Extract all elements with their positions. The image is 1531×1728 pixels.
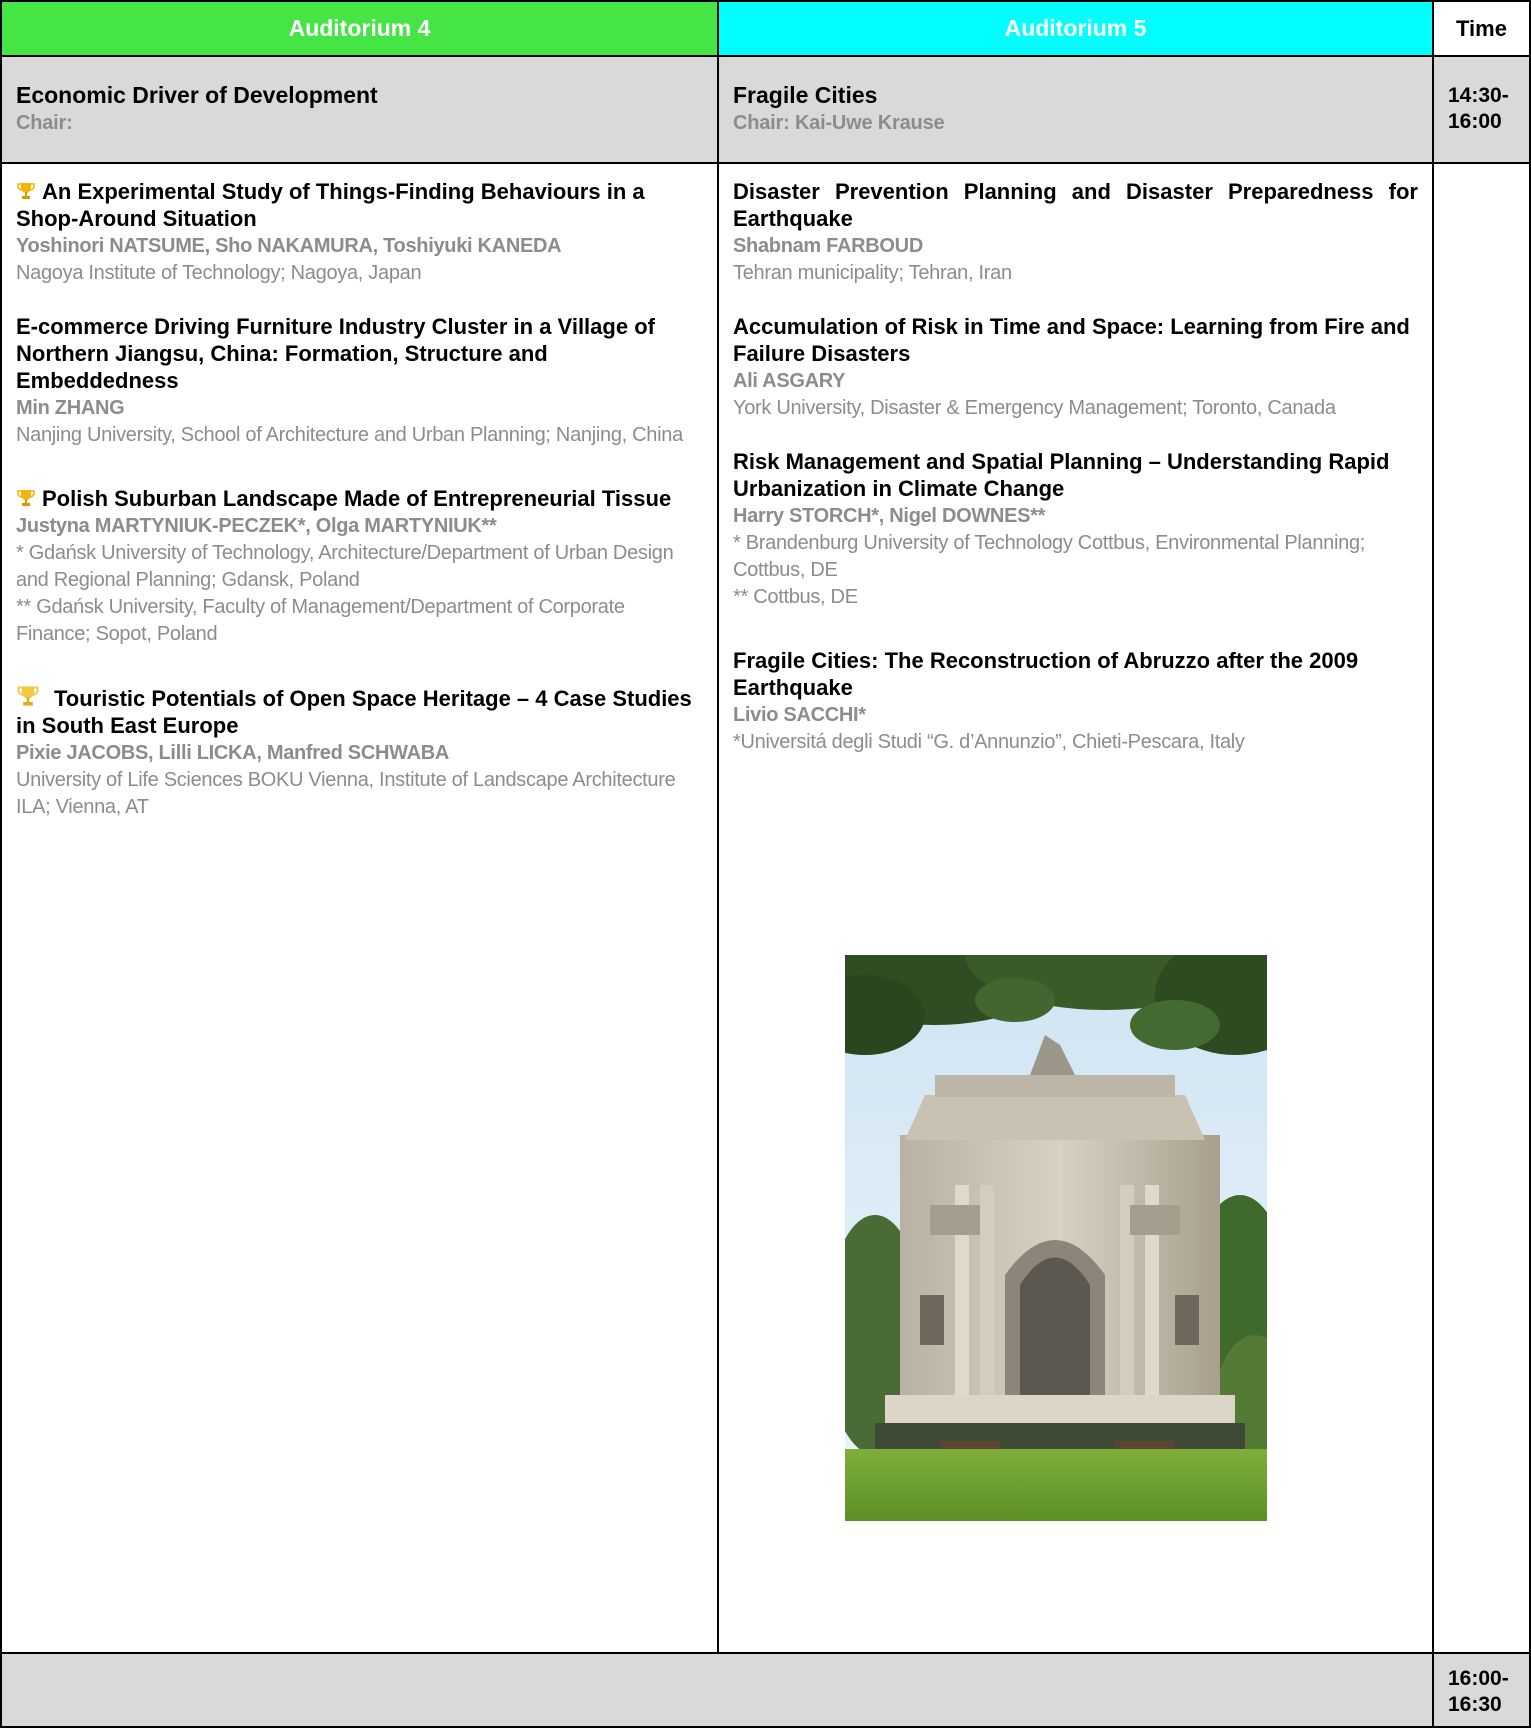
time-slot-1: 14:30- 16:00 — [1432, 55, 1531, 164]
paper-item: Polish Suburban Landscape Made of Entrep… — [16, 485, 703, 648]
building-photo-image — [845, 955, 1267, 1521]
paper-title-text: An Experimental Study of Things-Finding … — [16, 179, 645, 231]
session-chair: Chair: — [16, 112, 73, 134]
paper-authors: Justyna MARTYNIUK-PECZEK*, Olga MARTYNIU… — [16, 515, 497, 537]
paper-affiliation: Tehran municipality; Tehran, Iran — [733, 262, 1012, 284]
paper-title: E-commerce Driving Furniture Industry Cl… — [16, 314, 655, 393]
paper-title-text: Touristic Potentials of Open Space Herit… — [16, 686, 692, 738]
auditorium-4-header: Auditorium 4 — [0, 0, 719, 57]
paper-title-text: Polish Suburban Landscape Made of Entrep… — [42, 486, 672, 511]
break-row — [0, 1652, 1434, 1728]
auditorium-5-header: Auditorium 5 — [717, 0, 1434, 57]
time-slot-2: 16:00- 16:30 — [1432, 1652, 1531, 1728]
paper-affiliation: Nanjing University, School of Architectu… — [16, 424, 683, 446]
auditorium-4-label: Auditorium 4 — [288, 15, 431, 41]
time-end: 16:30 — [1448, 1693, 1502, 1716]
paper-title: Fragile Cities: The Reconstruction of Ab… — [733, 648, 1359, 700]
paper-affiliation: ** Cottbus, DE — [733, 586, 858, 608]
trophy-icon — [17, 490, 35, 506]
paper-title: Polish Suburban Landscape Made of Entrep… — [16, 485, 703, 512]
paper-authors: Livio SACCHI* — [733, 704, 866, 726]
paper-item: Fragile Cities: The Reconstruction of Ab… — [733, 647, 1418, 756]
paper-item: Touristic Potentials of Open Space Herit… — [16, 684, 703, 821]
auditorium-5-label: Auditorium 5 — [1004, 15, 1147, 41]
program-table: Auditorium 4 Auditorium 5 Time Economic … — [0, 0, 1531, 1728]
paper-authors: Min ZHANG — [16, 397, 125, 419]
paper-authors: Harry STORCH*, Nigel DOWNES** — [733, 505, 1046, 527]
paper-affiliation: ** Gdańsk University, Faculty of Managem… — [16, 596, 625, 645]
session-title: Fragile Cities — [733, 82, 878, 108]
paper-item: An Experimental Study of Things-Finding … — [16, 178, 703, 287]
time-end: 16:00 — [1448, 110, 1502, 133]
paper-item: Risk Management and Spatial Planning – U… — [733, 448, 1418, 611]
paper-item: Disaster Prevention Planning and Disaste… — [733, 178, 1418, 287]
paper-authors: Yoshinori NATSUME, Sho NAKAMURA, Toshiyu… — [16, 235, 562, 257]
paper-item: Accumulation of Risk in Time and Space: … — [733, 313, 1418, 422]
paper-affiliation: * Brandenburg University of Technology C… — [733, 532, 1366, 581]
session-a5: Fragile Cities Chair: Kai-Uwe Krause — [717, 55, 1434, 164]
time-header: Time — [1432, 0, 1531, 57]
paper-title: Risk Management and Spatial Planning – U… — [733, 449, 1390, 501]
paper-authors: Pixie JACOBS, Lilli LICKA, Manfred SCHWA… — [16, 742, 450, 764]
paper-title: Accumulation of Risk in Time and Space: … — [733, 314, 1410, 366]
session-chair: Chair: Kai-Uwe Krause — [733, 112, 945, 134]
building-photo — [845, 955, 1267, 1521]
paper-authors: Shabnam FARBOUD — [733, 235, 923, 257]
paper-title: An Experimental Study of Things-Finding … — [16, 178, 703, 232]
time-start: 14:30- — [1448, 84, 1509, 107]
session-a4: Economic Driver of Development Chair: — [0, 55, 719, 164]
time-label: Time — [1456, 15, 1507, 41]
paper-affiliation: * Gdańsk University of Technology, Archi… — [16, 542, 674, 591]
paper-title: Disaster Prevention Planning and Disaste… — [733, 179, 1418, 231]
paper-affiliation: Nagoya Institute of Technology; Nagoya, … — [16, 262, 422, 284]
session-title: Economic Driver of Development — [16, 82, 378, 108]
paper-authors: Ali ASGARY — [733, 370, 846, 392]
paper-affiliation: *Universitá degli Studi “G. d’Annunzio”,… — [733, 731, 1245, 753]
time-column-spacer — [1432, 162, 1531, 1654]
paper-title: Touristic Potentials of Open Space Herit… — [16, 684, 703, 739]
time-start: 16:00- — [1448, 1667, 1509, 1690]
trophy-icon — [17, 686, 39, 706]
paper-item: E-commerce Driving Furniture Industry Cl… — [16, 313, 703, 449]
paper-affiliation: University of Life Sciences BOKU Vienna,… — [16, 769, 676, 818]
trophy-icon — [17, 183, 35, 199]
paper-affiliation: York University, Disaster & Emergency Ma… — [733, 397, 1336, 419]
papers-a4: An Experimental Study of Things-Finding … — [0, 162, 719, 1654]
